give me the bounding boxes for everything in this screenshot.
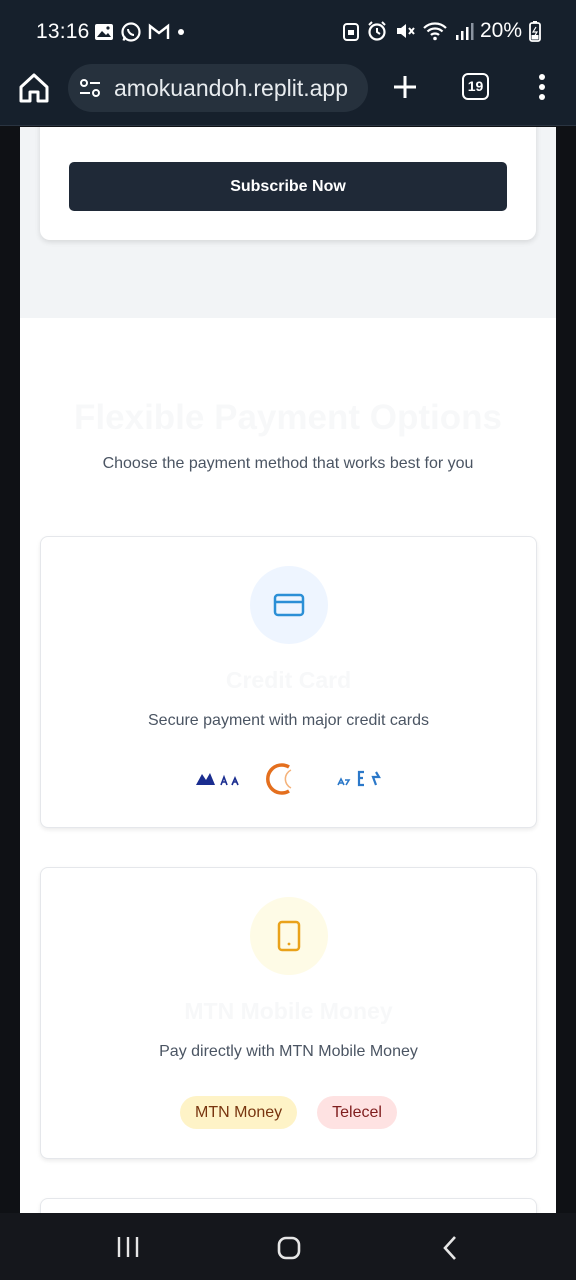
amex-logo [337,770,381,787]
image-icon [95,24,113,40]
home-nav-icon[interactable] [276,1235,302,1261]
section-title: Flexible Payment Options [74,398,502,437]
next-payment-option[interactable] [40,1198,537,1213]
site-settings-icon[interactable] [78,76,102,100]
signal-icon [455,23,474,40]
browser-toolbar: amokuandoh.replit.app 19 [0,62,576,126]
pricing-section: Subscribe Now [20,127,556,318]
mobile-money-option[interactable]: MTN Mobile Money Pay directly with MTN M… [40,867,537,1159]
credit-card-icon [273,593,305,617]
card-description: Secure payment with major credit cards [148,712,429,729]
page-viewport: Subscribe Now Flexible Payment Options C… [20,127,556,1213]
recent-apps-icon[interactable] [116,1235,140,1259]
card-title: MTN Mobile Money [184,998,393,1024]
mastercard-logo [266,763,292,795]
notification-icons [94,20,186,44]
badge-telecel: Telecel [317,1096,397,1129]
home-icon[interactable] [16,70,52,106]
provider-badges: MTN Money Telecel [41,1096,536,1129]
mobile-money-icon-circle [250,897,328,975]
mute-icon [396,24,415,38]
back-nav-icon[interactable] [440,1235,460,1261]
wifi-icon [423,22,447,41]
battery-percent: 20% [479,19,522,42]
whatsapp-icon [121,22,141,42]
pricing-card: Subscribe Now [40,127,536,240]
status-bar: 13:16 20% [0,0,576,62]
lock-icon [342,23,359,41]
status-time: 13:16 [36,20,90,43]
card-title: Credit Card [225,667,352,693]
tab-switcher-button[interactable]: 19 [462,73,489,100]
credit-card-icon-circle [250,566,328,644]
system-icons: 20% [342,18,542,44]
system-nav-bar [0,1213,576,1280]
gmail-icon [148,23,170,39]
mobile-phone-icon [277,920,301,952]
payment-options-section: Flexible Payment Options Choose the paym… [20,318,556,1213]
card-description: Pay directly with MTN Mobile Money [159,1043,418,1060]
alarm-icon [368,21,386,41]
credit-card-option[interactable]: Credit Card Secure payment with major cr… [40,536,537,828]
dot-icon [178,29,184,35]
visa-logo [196,773,239,786]
new-tab-icon[interactable] [390,72,420,102]
battery-icon [529,21,541,42]
badge-mtn-money: MTN Money [180,1096,298,1129]
subscribe-button[interactable]: Subscribe Now [69,162,507,211]
address-bar[interactable]: amokuandoh.replit.app [68,64,368,112]
url-text[interactable]: amokuandoh.replit.app [114,75,348,102]
section-subtitle: Choose the payment method that works bes… [102,455,474,472]
card-logos [196,763,381,795]
more-menu-icon[interactable] [532,72,552,102]
